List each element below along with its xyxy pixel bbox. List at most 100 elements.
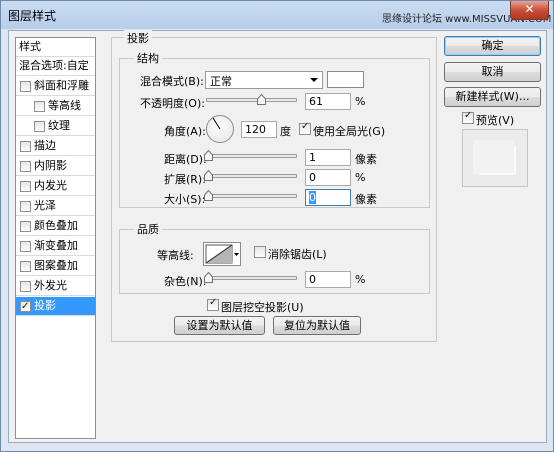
knockout-checkbox[interactable] (207, 297, 219, 311)
size-slider-track[interactable] (206, 194, 297, 198)
style-item-gradient-overlay[interactable]: 渐变叠加 (16, 237, 95, 256)
noise-slider-track[interactable] (206, 276, 297, 280)
distance-label: 距离(D): (164, 151, 207, 167)
cancel-button[interactable]: 取消 (444, 62, 541, 82)
bevel-emboss-checkbox[interactable] (20, 81, 31, 92)
global-light-label: 使用全局光(G) (313, 123, 385, 139)
dialog-title: 图层样式 (8, 9, 57, 23)
opacity-key: (O): (184, 97, 205, 110)
distance-slider-track[interactable] (206, 154, 297, 158)
opacity-slider-track[interactable] (206, 98, 297, 102)
title-bar[interactable]: 图层样式 思缘设计论坛 www.MISSVUAN.COM ✕ (1, 1, 553, 29)
contour-picker[interactable] (203, 242, 241, 266)
blend-options-item[interactable]: 混合选项:自定 (16, 57, 95, 76)
spread-label: 扩展(R): (164, 171, 206, 187)
antialias-checkbox[interactable] (254, 246, 266, 258)
antialias-key: (L) (312, 248, 327, 261)
distance-label-text: 距离 (164, 153, 186, 166)
style-item-satin[interactable]: 光泽 (16, 197, 95, 216)
style-item-label: 颜色叠加 (34, 219, 78, 232)
style-item-label: 渐变叠加 (34, 239, 78, 252)
style-item-texture[interactable]: 纹理 (16, 117, 95, 136)
angle-input[interactable]: 120 (241, 121, 277, 138)
distance-slider-thumb[interactable] (204, 150, 213, 161)
style-list: 样式 混合选项:自定 斜面和浮雕 等高线 纹理 描边 内阴影 内发光 光泽 颜色… (15, 37, 96, 439)
ok-button[interactable]: 确定 (444, 36, 541, 56)
blend-mode-key: (B): (184, 75, 204, 88)
style-item-label: 斜面和浮雕 (34, 79, 89, 92)
noise-input[interactable]: 0 (305, 271, 351, 288)
distance-input[interactable]: 1 (305, 149, 351, 166)
knockout-label: 图层挖空投影(U) (221, 299, 304, 315)
satin-checkbox[interactable] (20, 201, 31, 212)
global-light-label-text: 使用全局光 (313, 125, 368, 138)
spread-input[interactable]: 0 (305, 169, 351, 186)
opacity-slider-thumb[interactable] (257, 94, 266, 105)
size-label-text: 大小 (164, 193, 186, 206)
style-item-inner-shadow[interactable]: 内阴影 (16, 157, 95, 176)
style-item-label: 内发光 (34, 179, 67, 192)
global-light-key: (G) (368, 125, 386, 138)
reset-default-button[interactable]: 复位为默认值 (273, 316, 361, 335)
antialias-label-text: 消除锯齿 (268, 248, 312, 261)
global-light-checkbox[interactable] (299, 121, 311, 135)
shadow-color-swatch[interactable] (327, 71, 364, 88)
style-item-outer-glow[interactable]: 外发光 (16, 277, 95, 296)
style-item-drop-shadow[interactable]: 投影 (16, 297, 95, 316)
slider-thumb-icon (257, 94, 266, 105)
layer-style-dialog: 图层样式 思缘设计论坛 www.MISSVUAN.COM ✕ 样式 混合选项:自… (0, 0, 554, 452)
style-list-header[interactable]: 样式 (16, 38, 95, 57)
drop-shadow-checkbox[interactable] (20, 298, 31, 316)
spread-unit: % (355, 171, 366, 184)
blend-mode-label: 混合模式(B): (140, 73, 204, 89)
new-style-button[interactable]: 新建样式(W)... (444, 87, 541, 107)
noise-label-text: 杂色 (164, 275, 186, 288)
size-input-value: 0 (309, 191, 316, 204)
texture-checkbox[interactable] (34, 121, 45, 132)
noise-label: 杂色(N): (164, 273, 207, 289)
style-item-stroke[interactable]: 描边 (16, 137, 95, 156)
stroke-checkbox[interactable] (20, 141, 31, 152)
style-item-label: 描边 (34, 139, 56, 152)
style-item-pattern-overlay[interactable]: 图案叠加 (16, 257, 95, 276)
angle-needle-icon (212, 117, 221, 130)
style-item-inner-glow[interactable]: 内发光 (16, 177, 95, 196)
blend-mode-select[interactable]: 正常 (205, 71, 323, 89)
knockout-key: (U) (287, 301, 304, 314)
angle-key: (A): (186, 125, 206, 138)
outer-glow-checkbox[interactable] (20, 281, 31, 292)
size-unit: 像素 (355, 193, 377, 206)
opacity-input[interactable]: 61 (305, 93, 351, 110)
inner-glow-checkbox[interactable] (20, 181, 31, 192)
gradient-overlay-checkbox[interactable] (20, 241, 31, 252)
style-item-label: 图案叠加 (34, 259, 78, 272)
size-input[interactable]: 0 (305, 189, 351, 206)
noise-unit: % (355, 273, 366, 286)
style-item-color-overlay[interactable]: 颜色叠加 (16, 217, 95, 236)
angle-dial[interactable] (206, 115, 234, 143)
spread-slider-thumb[interactable] (204, 170, 213, 181)
style-item-bevel-emboss[interactable]: 斜面和浮雕 (16, 77, 95, 96)
contour-checkbox[interactable] (34, 101, 45, 112)
preview-checkbox[interactable] (462, 110, 474, 124)
size-key: (S): (186, 193, 206, 206)
spread-label-text: 扩展 (164, 173, 186, 186)
slider-thumb-icon (204, 190, 213, 201)
preview-label: 预览(V) (476, 112, 514, 128)
noise-slider-thumb[interactable] (204, 272, 213, 283)
color-overlay-checkbox[interactable] (20, 221, 31, 232)
blend-options-label: 混合选项:自定 (19, 59, 89, 72)
style-item-label: 等高线 (48, 99, 81, 112)
angle-label: 角度(A): (164, 123, 206, 139)
pattern-overlay-checkbox[interactable] (20, 261, 31, 272)
style-item-contour[interactable]: 等高线 (16, 97, 95, 116)
spread-slider-track[interactable] (206, 174, 297, 178)
blend-mode-label-text: 混合模式 (140, 75, 184, 88)
close-button[interactable]: ✕ (510, 1, 549, 20)
make-default-button[interactable]: 设置为默认值 (174, 316, 265, 335)
opacity-label-text: 不透明度 (140, 97, 184, 110)
inner-shadow-checkbox[interactable] (20, 161, 31, 172)
size-slider-thumb[interactable] (204, 190, 213, 201)
contour-curve-icon (205, 244, 239, 264)
close-icon: ✕ (524, 2, 535, 16)
